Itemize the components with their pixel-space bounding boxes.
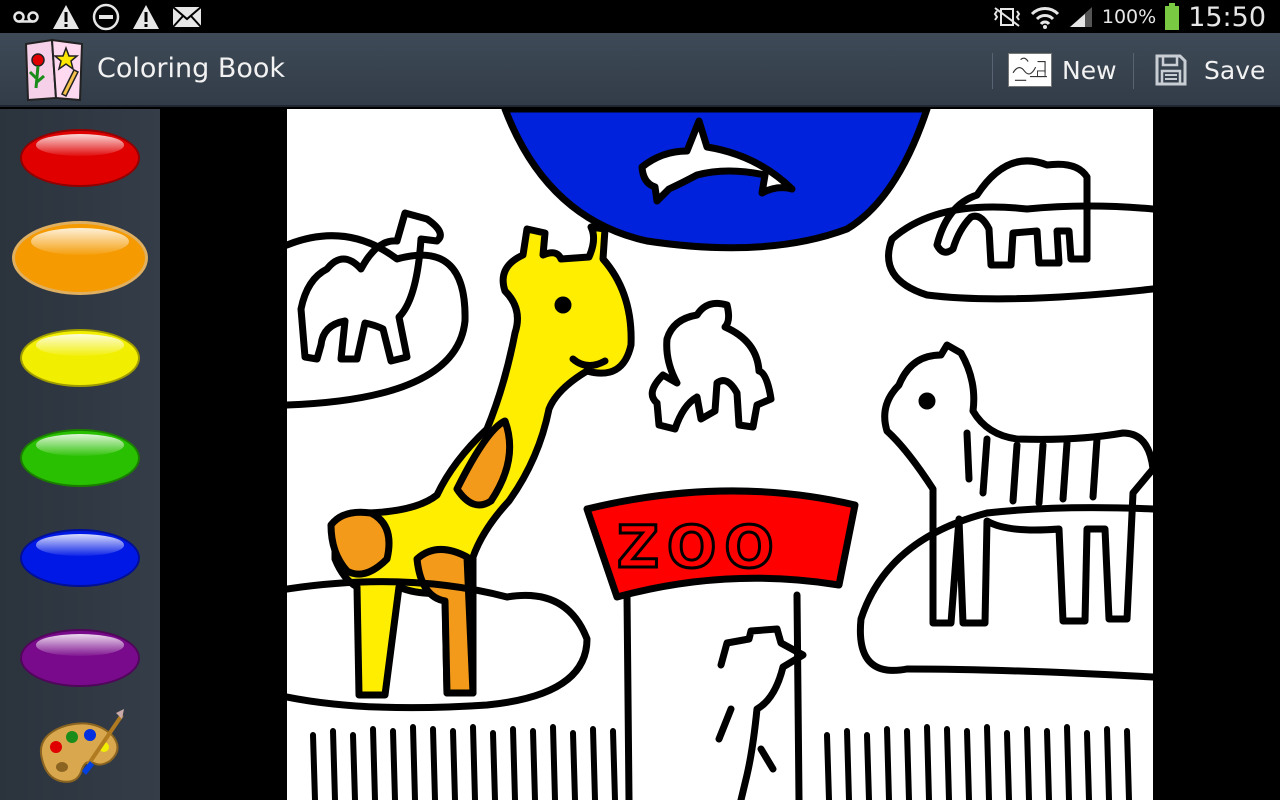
- color-swatch-blue[interactable]: [20, 529, 140, 587]
- wifi-icon: [1030, 7, 1059, 29]
- save-icon: [1155, 54, 1187, 86]
- save-button[interactable]: Save: [1144, 41, 1274, 99]
- action-divider: [992, 53, 993, 89]
- fence-left: [310, 724, 618, 800]
- zoo-sign-text: ZOO: [617, 513, 782, 581]
- battery-percent: 100%: [1101, 6, 1157, 28]
- monkey: [648, 299, 775, 433]
- color-swatch-yellow[interactable]: [20, 329, 140, 387]
- warning-icon: [133, 5, 159, 29]
- elephant-enclosure: [885, 202, 1153, 303]
- color-palette: [0, 109, 160, 800]
- do-not-disturb-icon: [92, 3, 120, 31]
- camel-enclosure: [287, 232, 469, 409]
- coloring-book-app-icon: [24, 38, 84, 102]
- new-button-label: New: [1062, 55, 1117, 85]
- action-bar: Coloring Book New Save: [0, 33, 1280, 107]
- warning-icon: [53, 5, 79, 29]
- giraffe-spot-back: [327, 508, 393, 578]
- coloring-page-canvas[interactable]: ZOO: [287, 109, 1153, 800]
- sign-post-right: [793, 591, 803, 800]
- color-swatch-purple[interactable]: [20, 629, 140, 687]
- water-pool: [501, 109, 931, 252]
- save-button-label: Save: [1204, 55, 1266, 85]
- new-button[interactable]: New: [1000, 41, 1126, 99]
- clock: 15:50: [1188, 1, 1266, 33]
- status-bar: 100% 15:50: [0, 0, 1280, 33]
- signal-icon: [1069, 7, 1092, 27]
- giraffe-spot-body: [413, 546, 477, 697]
- color-swatch-orange[interactable]: [12, 221, 148, 295]
- fence-right: [824, 724, 1132, 800]
- drawing-canvas-area: ZOO: [160, 109, 1280, 800]
- painter-palette-icon[interactable]: [32, 709, 128, 789]
- color-swatch-green[interactable]: [20, 429, 140, 487]
- sign-post-left: [623, 591, 633, 800]
- action-divider: [1133, 53, 1134, 89]
- email-icon: [172, 6, 202, 28]
- new-drawing-thumbnail-icon: [1008, 53, 1052, 87]
- battery-icon: [1165, 3, 1180, 30]
- vibrate-mute-icon: [993, 7, 1021, 27]
- zebra: [881, 341, 1153, 627]
- voicemail-icon: [13, 11, 39, 23]
- app-title: Coloring Book: [97, 53, 286, 84]
- zookeeper: [715, 625, 807, 800]
- color-swatch-red[interactable]: [20, 129, 140, 187]
